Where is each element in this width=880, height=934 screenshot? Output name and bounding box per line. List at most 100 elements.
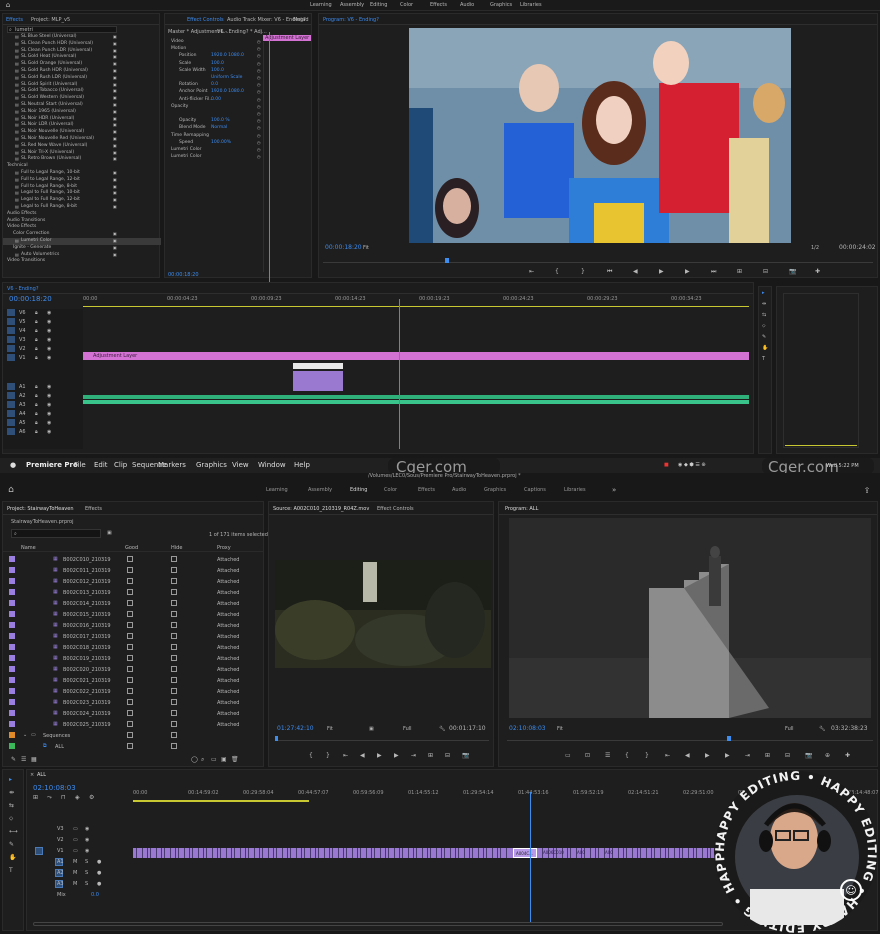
project-folder-row[interactable]: ⌄ ▭ Sequences [3,730,263,740]
clip-name[interactable]: B002C010_210319 [63,557,111,563]
track-target-toggle[interactable] [7,309,15,316]
audio-track-button[interactable]: M [73,881,77,887]
clip-name[interactable]: B002C023_210319 [63,700,111,706]
ec-keyframe-toggle-icon[interactable]: ◷ [257,53,261,58]
source-transport-icon[interactable]: ⊞ [428,752,433,759]
audio-track-button[interactable]: M [73,870,77,876]
ec-sequence-clip[interactable]: V6 - Ending? * Adj... [217,29,267,35]
clip-name[interactable]: B002C018_210319 [63,645,111,651]
bottom-track-label[interactable]: V1 [57,848,64,854]
ec-playhead[interactable] [269,32,270,282]
clip-color-label[interactable] [9,644,15,650]
program-transport-icon[interactable]: ⊞ [765,752,770,759]
ec-property-row[interactable]: ◷ [165,111,263,118]
ec-keyframe-toggle-icon[interactable]: ◷ [257,97,261,102]
ec-keyframe-toggle-icon[interactable]: ◷ [257,89,261,94]
ec-keyframe-toggle-icon[interactable]: ◷ [257,147,261,152]
bottom-timeline-timecode[interactable]: 02:10:08:03 [33,784,76,792]
folder-name[interactable]: Sequences [43,733,70,739]
lock-icon[interactable]: 🔒︎ [35,328,38,334]
good-checkbox[interactable] [127,721,133,727]
track-label[interactable]: V1 [19,355,26,361]
bottom-tool-icon[interactable]: ⇹ [9,789,14,796]
source-transport-icon[interactable]: ▶ [377,752,382,759]
eye-icon[interactable]: ◉ [47,355,51,361]
v1-clip-strip[interactable]: A004C... A006C010 A00 A00 [133,848,717,858]
lock-icon[interactable]: 🔒︎ [35,346,38,352]
ec-property-row[interactable]: Speed 100.00% ◷ [165,140,263,147]
lock-icon[interactable]: 🔒︎ [35,337,38,343]
tab-project[interactable]: Project: MLP_v5 [31,17,70,23]
top-workspace-tab[interactable]: Editing [370,2,387,8]
transport-control-icon[interactable]: } [581,268,585,275]
program-transport-icon[interactable]: 📷 [805,752,812,759]
transport-control-icon[interactable]: { [555,268,559,275]
ec-property-row[interactable]: Lumetri Color ◷ [165,147,263,154]
ec-keyframe-toggle-icon[interactable]: ◷ [257,61,261,66]
lock-icon[interactable]: 🔒︎ [35,429,38,435]
track-target-toggle[interactable] [7,401,15,408]
clip-color-label[interactable] [9,721,15,727]
source-dropdown-icon[interactable]: ▣ [369,726,374,732]
audio-track-button[interactable]: ● [97,859,101,865]
ec-keyframe-toggle-icon[interactable]: ◷ [257,154,261,159]
source-transport-icon[interactable]: ▶ [394,752,399,759]
ec-timecode[interactable]: 00:00:18:20 [168,272,199,278]
ec-property-row[interactable]: Position 1920.0 1080.0 ◷ [165,53,263,60]
eye-icon[interactable]: ◉ [47,346,51,352]
clip-name[interactable]: B002C012_210319 [63,579,111,585]
good-checkbox[interactable] [127,644,133,650]
top-graphic-clip[interactable] [293,371,343,391]
ec-property-row[interactable]: Anti-flicker Fil... 0.00 ◷ [165,97,263,104]
clip-name[interactable]: B002C016_210319 [63,623,111,629]
eye-icon[interactable]: ◉ [47,384,51,390]
clip-color-label[interactable] [9,589,15,595]
project-footer-icon[interactable]: 🗑︎ [231,756,239,763]
program-resolution-select[interactable]: 1/2 [811,245,819,251]
bottom-work-area-bar[interactable] [133,800,309,802]
eye-icon[interactable]: ◉ [47,402,51,408]
timeline-toolbar-icon[interactable]: ⊓ [61,794,66,801]
tab-effect-controls[interactable]: Effect Controls [187,17,224,23]
audio-track-button[interactable]: S [85,859,88,865]
track-target-toggle[interactable] [7,318,15,325]
eye-icon[interactable]: ◉ [47,310,51,316]
source-res-select[interactable]: Full [403,726,412,732]
clip-color-label[interactable] [9,666,15,672]
folder-hide-checkbox[interactable] [171,732,177,738]
bottom-track-label[interactable]: A1 [57,859,64,865]
bottom-tool-icon[interactable]: ✎ [9,841,14,848]
mix-value[interactable]: 0.0 [91,892,99,898]
program-title[interactable]: Program: V6 - Ending? [323,17,379,23]
good-checkbox[interactable] [127,710,133,716]
project-sequence-row[interactable]: ⧉ ALL [3,741,263,751]
project-footer-icon[interactable]: ✎ [11,756,16,763]
eye-icon[interactable]: ◉ [47,319,51,325]
track-eye-icon[interactable]: ◉ [85,848,89,854]
good-checkbox[interactable] [127,578,133,584]
ec-property-value[interactable]: 0.00 [211,97,221,102]
bottom-track-label[interactable]: Mix [57,892,66,898]
top-timeline-ruler[interactable]: 00:00 00:00:04:23 00:00:09:23 00:00:14:23 00… [83,296,751,306]
bottom-timeline-tab[interactable]: ALL [37,772,46,778]
project-clip-row[interactable]: ▦ B002C018_210319 Attached [3,642,263,652]
project-footer-icon[interactable]: ◯ [191,756,198,763]
menubar-tray-icons[interactable]: ◉ ◆ ⬢ ☰ ⊕ [678,462,706,468]
top-adjustment-layer-clip[interactable]: Adjustment Layer [83,352,749,360]
ec-keyframe-toggle-icon[interactable]: ◷ [257,140,261,145]
project-clip-row[interactable]: ▦ B002C015_210319 Attached [3,609,263,619]
bottom-workspace-tab[interactable]: Assembly [308,487,332,493]
bottom-program-timecode[interactable]: 02:10:08:03 [509,725,546,732]
bottom-program-title[interactable]: Program: ALL [505,506,538,512]
project-clip-row[interactable]: ▦ B002C023_210319 Attached [3,697,263,707]
lock-icon[interactable]: 🔒︎ [35,402,38,408]
ec-property-value[interactable]: Uniform Scale [211,75,242,80]
hide-checkbox[interactable] [171,633,177,639]
tool-icon[interactable]: ⇆ [762,312,766,318]
lock-icon[interactable]: 🔒︎ [35,420,38,426]
hide-checkbox[interactable] [171,666,177,672]
eye-icon[interactable]: ◉ [47,429,51,435]
program-timecode[interactable]: 00:00:18:20 [325,244,362,251]
transport-control-icon[interactable]: ▶ [659,268,664,275]
ec-property-row[interactable]: Scale 100.0 ◷ [165,61,263,68]
